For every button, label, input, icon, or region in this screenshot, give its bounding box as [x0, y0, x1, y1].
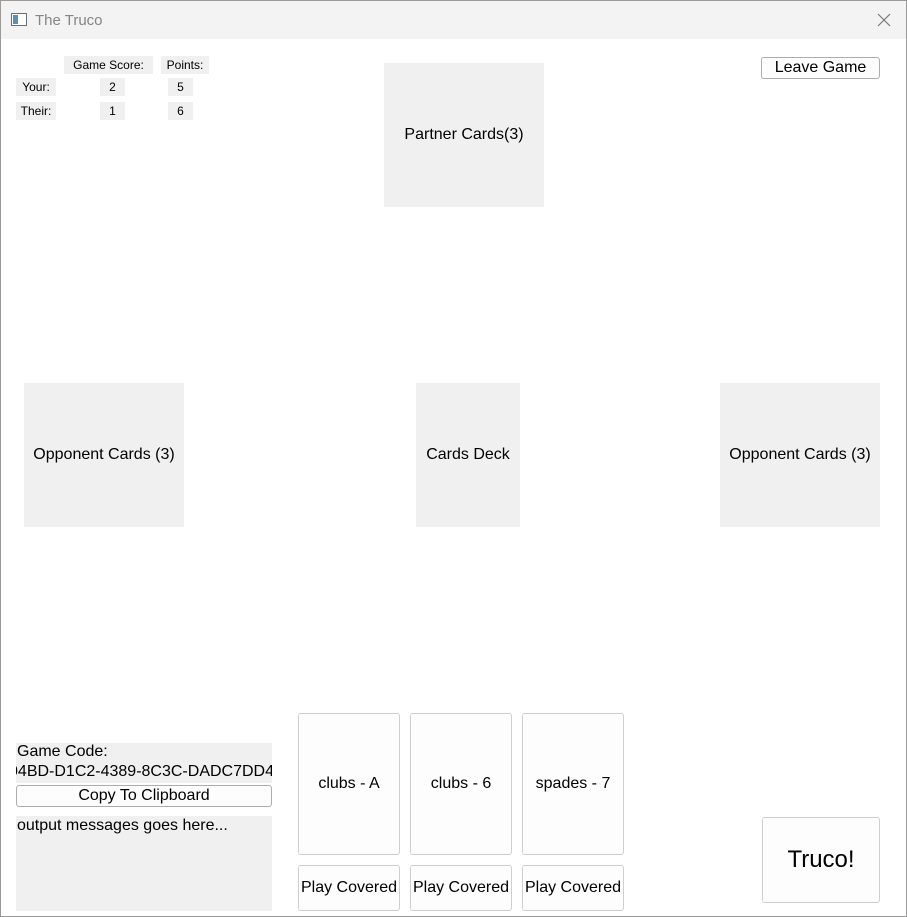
truco-button[interactable]: Truco! — [762, 817, 880, 903]
points-header: Points: — [161, 56, 209, 74]
your-points: 5 — [168, 78, 193, 96]
output-messages-box: output messages goes here... — [16, 816, 272, 911]
app-window: The Truco Game Score: Points: Your: 2 5 … — [0, 0, 907, 917]
play-covered-button-3[interactable]: Play Covered — [522, 865, 624, 911]
their-points: 6 — [168, 102, 193, 120]
close-button[interactable] — [870, 7, 898, 33]
hand-card-2[interactable]: clubs - 6 — [410, 713, 512, 855]
game-score-header: Game Score: — [64, 56, 153, 74]
game-code-label: Game Code: — [17, 743, 108, 760]
close-icon — [877, 13, 891, 27]
game-code-panel: Game Code: 04BD-D1C2-4389-8C3C-DADC7DD4 — [16, 743, 272, 783]
cards-deck: Cards Deck — [416, 383, 520, 527]
app-window-icon — [11, 13, 27, 26]
window-title: The Truco — [35, 12, 103, 29]
game-code-value: 04BD-D1C2-4389-8C3C-DADC7DD4 — [16, 763, 272, 780]
partner-cards-area: Partner Cards(3) — [384, 63, 544, 207]
play-covered-button-2[interactable]: Play Covered — [410, 865, 512, 911]
title-bar: The Truco — [1, 1, 906, 39]
right-opponent-cards-area: Opponent Cards (3) — [720, 383, 880, 527]
leave-game-button[interactable]: Leave Game — [761, 57, 880, 79]
their-label: Their: — [16, 102, 56, 120]
output-message: output messages goes here... — [17, 817, 228, 834]
copy-to-clipboard-button[interactable]: Copy To Clipboard — [16, 785, 272, 807]
hand-card-1[interactable]: clubs - A — [298, 713, 400, 855]
your-game-score: 2 — [100, 78, 125, 96]
hand-card-3[interactable]: spades - 7 — [522, 713, 624, 855]
your-label: Your: — [16, 78, 56, 96]
play-covered-button-1[interactable]: Play Covered — [298, 865, 400, 911]
left-opponent-cards-area: Opponent Cards (3) — [24, 383, 184, 527]
their-game-score: 1 — [100, 102, 125, 120]
